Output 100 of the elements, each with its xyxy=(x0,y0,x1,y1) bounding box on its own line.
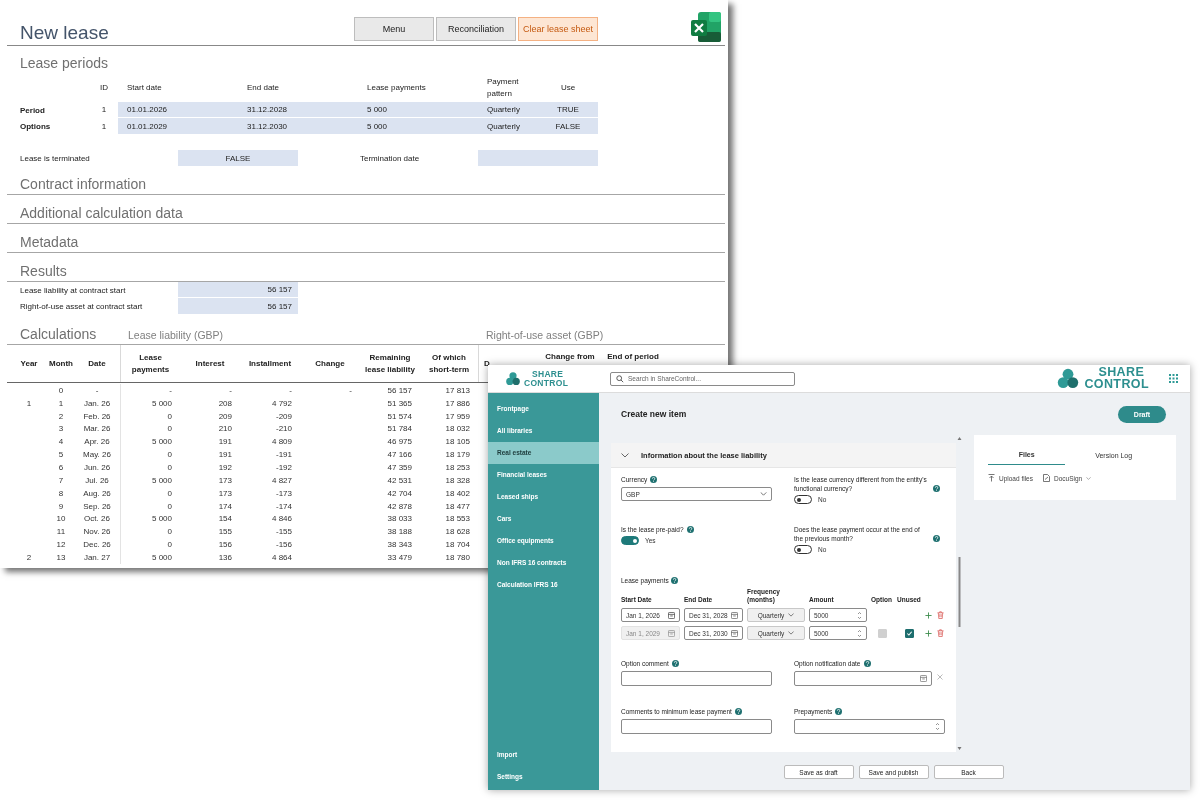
table-cell: 18 105 xyxy=(445,437,470,447)
table-cell: 18 704 xyxy=(445,540,470,550)
calendar-icon xyxy=(668,629,675,637)
help-icon[interactable] xyxy=(650,476,658,483)
table-cell: 0 xyxy=(167,540,172,550)
table-cell: FALSE xyxy=(538,118,598,134)
table-cell: 173 xyxy=(218,488,232,498)
help-icon[interactable] xyxy=(933,485,940,492)
table-cell: Apr. 26 xyxy=(84,437,110,447)
table-cell: FALSE xyxy=(178,150,298,166)
table-cell: Oct. 26 xyxy=(84,514,110,524)
table-cell: 191 xyxy=(218,450,232,460)
table-cell: 5 000 xyxy=(151,398,172,408)
scrollbar[interactable] xyxy=(956,435,963,752)
add-icon[interactable] xyxy=(925,611,932,619)
sheet-button[interactable]: Menu xyxy=(354,17,434,41)
table-cell: 4 846 xyxy=(271,514,292,524)
column-header: Payment pattern xyxy=(486,76,520,100)
table-cell: Jul. 26 xyxy=(85,475,109,485)
calendar-icon xyxy=(920,675,927,682)
app-launcher-icon[interactable] xyxy=(1169,374,1178,383)
table-cell: Mar. 26 xyxy=(83,424,111,434)
input-field[interactable] xyxy=(621,719,772,734)
row-label: Period xyxy=(20,104,46,117)
table-cell: 47 166 xyxy=(387,450,412,460)
field-label: Lease is terminated xyxy=(20,152,91,165)
toggle-switch[interactable] xyxy=(794,545,812,554)
table-cell: 18 402 xyxy=(445,488,470,498)
column-header: Of which short-term xyxy=(428,351,470,376)
table-cell: May. 26 xyxy=(83,450,111,460)
logo-icon xyxy=(505,370,521,387)
table-cell: -191 xyxy=(276,450,292,460)
table-cell: 38 033 xyxy=(387,514,412,524)
table-cell: 6 xyxy=(58,463,64,472)
delete-icon[interactable] xyxy=(937,629,944,637)
column-header: Date xyxy=(88,357,106,370)
spinner-icon xyxy=(935,722,940,731)
help-icon[interactable] xyxy=(863,660,871,667)
table-cell: 4 xyxy=(58,437,64,447)
field-label: Termination date xyxy=(360,152,421,165)
help-icon[interactable] xyxy=(835,708,843,715)
table-cell-text: 1 xyxy=(100,120,108,133)
table-cell: 209 xyxy=(218,411,232,421)
table-cell: 210 xyxy=(218,424,232,434)
sheet-button[interactable]: Clear lease sheet xyxy=(518,17,598,41)
delete-icon[interactable] xyxy=(937,611,944,619)
table-cell: 38 188 xyxy=(387,527,412,537)
table-cell: 11 xyxy=(56,527,66,537)
table-cell: -192 xyxy=(276,463,292,472)
toggle-switch[interactable] xyxy=(794,495,812,504)
table-cell: 31.12.2030 xyxy=(238,118,358,134)
table-cell: 4 864 xyxy=(271,552,292,562)
chevron-icon xyxy=(760,492,767,496)
unused-checkbox[interactable] xyxy=(904,628,914,638)
number-field[interactable] xyxy=(794,719,945,734)
table-cell: 5 000 xyxy=(151,514,172,524)
input-field[interactable] xyxy=(621,671,772,686)
column-header: Interest xyxy=(195,357,225,370)
table-cell: 18 477 xyxy=(445,501,470,511)
table-cell: -156 xyxy=(276,540,292,550)
section-heading: Additional calculation data xyxy=(7,195,725,224)
table-cell: 18 032 xyxy=(445,424,470,434)
table-cell: Nov. 26 xyxy=(83,527,111,537)
help-icon[interactable] xyxy=(933,535,940,542)
group-heading: Right-of-use asset (GBP) xyxy=(486,329,604,342)
column-header: Start date xyxy=(126,82,163,94)
table-cell: - xyxy=(169,385,172,395)
table-cell: 5 000 xyxy=(151,475,172,485)
table-cell: 01.01.2026 xyxy=(118,102,238,118)
table-cell: 9 xyxy=(58,501,64,511)
table-cell: Sep. 26 xyxy=(83,501,111,511)
help-icon[interactable] xyxy=(734,708,742,715)
help-icon[interactable] xyxy=(670,577,678,584)
table-cell: 5 000 xyxy=(358,118,478,134)
table-cell: 51 574 xyxy=(387,411,412,421)
calendar-icon xyxy=(668,611,675,619)
table-cell: 0 xyxy=(167,424,172,434)
help-icon[interactable] xyxy=(686,526,694,533)
column-header: End date xyxy=(246,82,281,94)
column-header: Use xyxy=(559,82,577,94)
table-cell: -173 xyxy=(276,488,292,498)
column-header: Remaining lease liability xyxy=(364,351,416,376)
logo-text: SHARE CONTROL xyxy=(524,370,569,387)
date-field[interactable] xyxy=(794,671,932,686)
sheet-button[interactable]: Reconciliation xyxy=(436,17,516,41)
table-cell: 42 704 xyxy=(387,488,412,498)
table-cell: 18 780 xyxy=(445,552,470,562)
section-heading: Calculations xyxy=(20,326,98,342)
table-cell: 4 809 xyxy=(271,437,292,447)
table-cell: 18 179 xyxy=(445,450,470,460)
document-icon xyxy=(1042,474,1050,482)
logo-text: SHARE CONTROL xyxy=(1084,367,1149,390)
table-cell: 2 xyxy=(58,411,64,421)
toggle-switch[interactable] xyxy=(621,536,639,545)
table-cell: 8 xyxy=(58,488,64,498)
add-icon[interactable] xyxy=(925,629,932,637)
section-heading: Lease periods xyxy=(20,54,109,72)
table-cell: 12 xyxy=(56,540,66,550)
help-icon[interactable] xyxy=(671,660,679,667)
calendar-icon xyxy=(731,629,738,637)
